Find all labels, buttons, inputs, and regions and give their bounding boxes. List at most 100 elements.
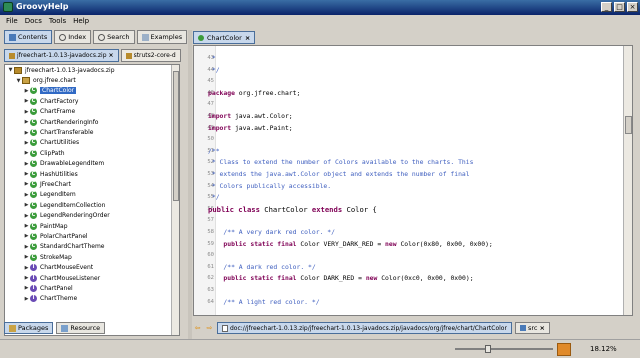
expand-icon[interactable]: ▶ <box>23 109 30 115</box>
tree-item[interactable]: ▶ C StrokeMap <box>5 252 179 262</box>
zoom-slider[interactable] <box>455 345 553 353</box>
tree-item[interactable]: ▶ C JFreeChart <box>5 179 179 189</box>
status-bar: 18.12% <box>0 339 640 358</box>
page-icon <box>222 324 228 332</box>
tree-item[interactable]: ▶ I ChartPanel <box>5 283 179 293</box>
tree-item[interactable]: ▶ C ChartTransferable <box>5 127 179 137</box>
interface-icon: I <box>30 284 37 292</box>
tree-item[interactable]: ▶ C DrawableLegendItem <box>5 159 179 169</box>
pane-splitter[interactable] <box>188 30 192 340</box>
code-viewer[interactable]: 43 * 44 */45 46 package org.jfree.chart; 47 4… <box>193 45 633 316</box>
expand-icon[interactable]: ▶ <box>23 213 30 219</box>
tree-scrollbar[interactable] <box>171 65 179 335</box>
zoom-knob[interactable] <box>485 345 491 353</box>
code-text: public static final Color DARK_RED = new… <box>208 274 473 283</box>
collapse-icon[interactable]: ▼ <box>7 67 14 73</box>
tab-contents[interactable]: Contents <box>4 30 53 44</box>
expand-icon[interactable]: ▶ <box>23 130 30 136</box>
code-token: org.jfree.chart; <box>234 88 301 97</box>
tree-item[interactable]: ▶ I ChartTheme <box>5 294 179 304</box>
code-text: /** A dark red color. */ <box>208 263 315 272</box>
menu-tools[interactable]: Tools <box>49 15 66 27</box>
tab-examples[interactable]: Examples <box>136 30 188 44</box>
zip-icon <box>125 52 132 59</box>
code-token: package <box>208 88 235 97</box>
tree-item[interactable]: ▶ C ChartFrame <box>5 107 179 117</box>
tree-item[interactable]: ▶ I ChartMouseEvent <box>5 262 179 272</box>
forward-arrow-icon[interactable]: ⇨ <box>205 323 214 333</box>
back-arrow-icon[interactable]: ⇦ <box>193 323 202 333</box>
doc-tab-jfreechart[interactable]: jfreechart-1.0.13-javadocs.zip × <box>4 49 119 62</box>
expand-icon[interactable]: ▶ <box>23 192 30 198</box>
expand-icon[interactable]: ▶ <box>23 171 30 177</box>
tree-item[interactable]: ▶ C PaintMap <box>5 221 179 231</box>
menu-docs[interactable]: Docs <box>25 15 42 27</box>
tab-packages[interactable]: Packages <box>4 322 54 334</box>
scrollbar-thumb[interactable] <box>625 116 632 134</box>
tree-item[interactable]: ▶ C PolarChartPanel <box>5 231 179 241</box>
expand-icon[interactable]: ▶ <box>23 150 30 156</box>
tree-item[interactable]: ▶ C ChartUtilities <box>5 138 179 148</box>
tree-item[interactable]: ▶ C ChartColor <box>5 86 179 96</box>
expand-icon[interactable]: ▶ <box>23 98 30 104</box>
tree-item[interactable]: ▶ C ChartRenderingInfo <box>5 117 179 127</box>
doc-tab-struts[interactable]: struts2-core-d <box>120 49 181 62</box>
line-number: 57 <box>207 217 214 224</box>
expand-icon[interactable]: ▶ <box>23 265 30 271</box>
src-tab[interactable]: src × <box>514 322 550 334</box>
tree-item-label: ChartFrame <box>40 108 76 116</box>
tree-item[interactable]: ▶ C LegendItem <box>5 190 179 200</box>
menu-help[interactable]: Help <box>73 15 89 27</box>
left-tabs: Contents Index Search Examples <box>4 30 188 44</box>
close-button[interactable]: × <box>627 2 638 12</box>
maximize-button[interactable]: □ <box>614 2 625 12</box>
collapse-icon[interactable]: ▼ <box>15 78 22 84</box>
expand-icon[interactable]: ▶ <box>23 233 30 239</box>
tree-item-label: HashUtilities <box>40 170 78 178</box>
expand-icon[interactable]: ▶ <box>23 88 30 94</box>
expand-icon[interactable]: ▶ <box>23 223 30 229</box>
menu-file[interactable]: File <box>6 15 18 27</box>
code-token: class <box>238 204 260 214</box>
editor-scrollbar[interactable] <box>623 46 632 315</box>
expand-icon[interactable]: ▶ <box>23 296 30 302</box>
tab-resource[interactable]: Resource <box>56 322 106 334</box>
tree-item[interactable]: ▶ C StandardChartTheme <box>5 242 179 252</box>
tree-item[interactable]: ▶ C ChartFactory <box>5 96 179 106</box>
close-tab-icon[interactable]: × <box>539 324 544 332</box>
expand-icon[interactable]: ▶ <box>23 202 30 208</box>
close-tab-icon[interactable]: × <box>109 52 114 59</box>
class-icon: C <box>30 253 37 261</box>
tree-item[interactable]: ▼ org.jfree.chart <box>5 75 179 85</box>
tree-item[interactable]: ▶ C ClipPath <box>5 148 179 158</box>
resource-icon <box>61 324 69 332</box>
class-icon: C <box>30 180 37 188</box>
expand-icon[interactable]: ▶ <box>23 161 30 167</box>
expand-icon[interactable]: ▶ <box>23 181 30 187</box>
code-text: */ <box>208 66 220 75</box>
tree-item[interactable]: ▶ C LegendItemCollection <box>5 200 179 210</box>
expand-icon[interactable]: ▶ <box>23 275 30 281</box>
search-icon <box>98 33 106 41</box>
tab-chartcolor[interactable]: ChartColor × <box>193 31 256 44</box>
tree-item[interactable]: ▶ I ChartMouseListener <box>5 273 179 283</box>
code-token: static <box>250 274 274 283</box>
path-tab[interactable]: doc://jfreechart-1.0.13.zip/jfreechart-1… <box>217 322 512 334</box>
expand-icon[interactable]: ▶ <box>23 119 30 125</box>
tree-item[interactable]: ▶ C HashUtilities <box>5 169 179 179</box>
expand-icon[interactable]: ▶ <box>23 285 30 291</box>
expand-icon[interactable]: ▶ <box>23 254 30 260</box>
class-icon: C <box>30 243 37 251</box>
tree-item[interactable]: ▶ C LegendRenderingOrder <box>5 210 179 220</box>
tab-index[interactable]: Index <box>54 30 92 44</box>
tree-item[interactable]: ▼ jfreechart-1.0.13-javadocs.zip <box>5 65 179 75</box>
expand-icon[interactable]: ▶ <box>23 140 30 146</box>
tree-item-label: DrawableLegendItem <box>40 160 105 168</box>
code-token: /** A very dark red color. */ <box>208 228 335 236</box>
scrollbar-thumb[interactable] <box>173 71 179 201</box>
expand-icon[interactable]: ▶ <box>23 244 30 250</box>
close-tab-icon[interactable]: × <box>245 34 250 42</box>
tab-search[interactable]: Search <box>93 30 135 44</box>
minimize-button[interactable]: _ <box>601 2 612 12</box>
